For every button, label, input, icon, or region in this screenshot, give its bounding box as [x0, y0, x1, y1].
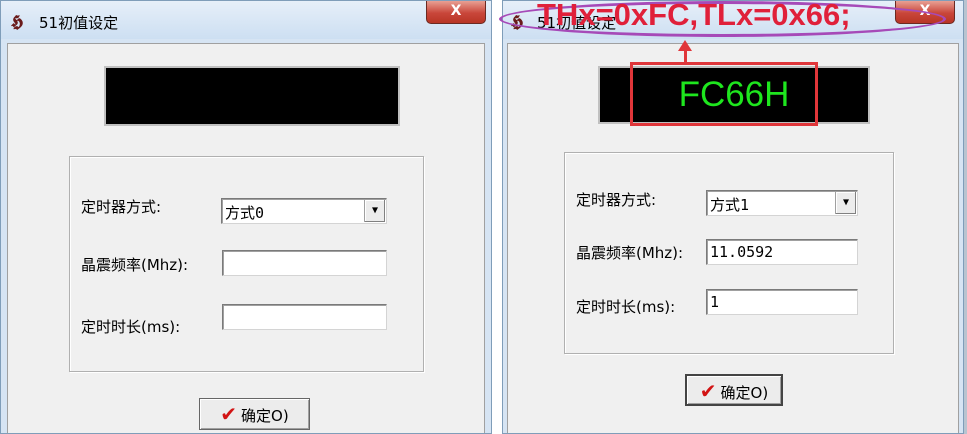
- left-window-title: 51初值设定: [39, 14, 119, 32]
- right-mode-select[interactable]: 方式1 ▼: [706, 190, 858, 216]
- left-result-display: [104, 66, 400, 126]
- dropdown-arrow-icon[interactable]: ▼: [835, 192, 856, 214]
- left-mode-value: 方式0: [225, 204, 265, 222]
- annotation-register-values: THx=0xFC,TLx=0x66;: [537, 0, 851, 32]
- right-crystal-input[interactable]: 11.0592: [706, 239, 858, 265]
- right-crystal-label: 晶震频率(Mhz):: [576, 244, 684, 262]
- left-ok-label: 确定O): [241, 407, 289, 425]
- left-ok-button[interactable]: ✔ 确定O): [199, 398, 310, 430]
- annotation-arrow-head: [678, 40, 692, 51]
- right-duration-input[interactable]: 1: [706, 289, 858, 315]
- right-duration-label: 定时时长(ms):: [576, 298, 676, 316]
- left-duration-label: 定时时长(ms):: [81, 318, 181, 336]
- check-icon: ✔: [220, 402, 238, 426]
- check-icon: ✔: [699, 379, 717, 403]
- app-icon: 𝕳: [11, 12, 24, 32]
- left-client-area: 定时器方式: 方式0 ▼ 晶震频率(Mhz): 定时时长(ms): ✔ 确定O): [7, 43, 485, 433]
- dropdown-arrow-icon[interactable]: ▼: [364, 200, 385, 222]
- right-ok-button[interactable]: ✔ 确定O): [685, 374, 783, 406]
- annotation-highlight-box: [630, 62, 818, 126]
- right-mode-value: 方式1: [710, 196, 750, 214]
- left-close-button[interactable]: X: [426, 1, 486, 24]
- left-crystal-label: 晶震频率(Mhz):: [81, 256, 189, 274]
- right-ok-label: 确定O): [720, 384, 769, 402]
- left-duration-input[interactable]: [222, 304, 387, 330]
- left-crystal-input[interactable]: [222, 250, 387, 276]
- right-mode-label: 定时器方式:: [576, 191, 657, 209]
- left-mode-select[interactable]: 方式0 ▼: [221, 198, 387, 224]
- left-mode-label: 定时器方式:: [81, 198, 162, 216]
- left-dialog-window: 𝕳 51初值设定 X 定时器方式: 方式0 ▼ 晶震频率(Mhz): 定时时长(…: [0, 0, 492, 434]
- left-title-bar[interactable]: 𝕳 51初值设定 X: [1, 1, 491, 39]
